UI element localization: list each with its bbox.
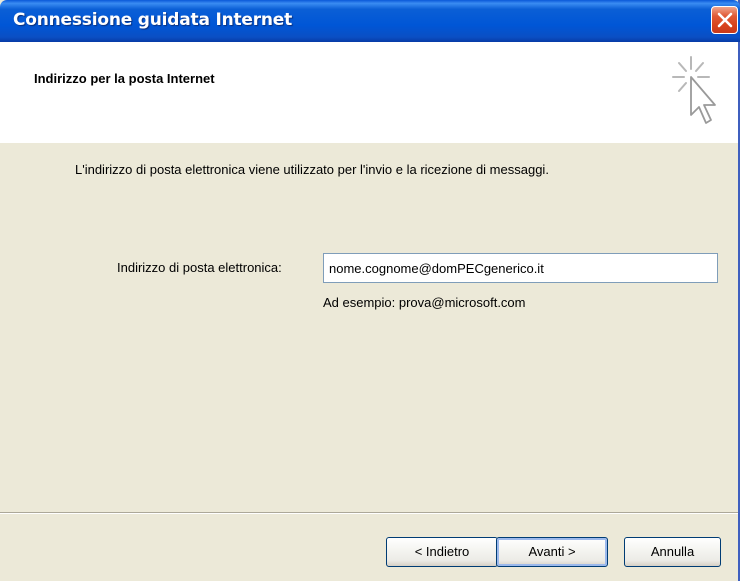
wizard-window: Connessione guidata Internet Indirizzo p… xyxy=(0,0,740,581)
back-button[interactable]: < Indietro xyxy=(386,537,498,567)
email-label: Indirizzo di posta elettronica: xyxy=(117,260,282,275)
cancel-button[interactable]: Annulla xyxy=(624,537,721,567)
page-title: Indirizzo per la posta Internet xyxy=(34,71,215,86)
title-bar[interactable]: Connessione guidata Internet xyxy=(0,0,740,42)
email-field[interactable] xyxy=(323,253,718,283)
wizard-header: Indirizzo per la posta Internet xyxy=(0,42,738,143)
header-divider xyxy=(0,142,738,143)
close-button[interactable] xyxy=(711,6,738,34)
next-button-label: Avanti > xyxy=(528,544,576,559)
email-example-hint: Ad esempio: prova@microsoft.com xyxy=(323,295,526,310)
footer-divider xyxy=(0,512,738,514)
close-icon xyxy=(717,12,733,28)
cancel-button-label: Annulla xyxy=(650,544,695,559)
next-button[interactable]: Avanti > xyxy=(496,537,608,567)
window-title: Connessione guidata Internet xyxy=(13,10,293,30)
wizard-cursor-icon xyxy=(672,56,716,124)
back-button-label: < Indietro xyxy=(414,544,470,559)
intro-text: L'indirizzo di posta elettronica viene u… xyxy=(75,162,549,177)
